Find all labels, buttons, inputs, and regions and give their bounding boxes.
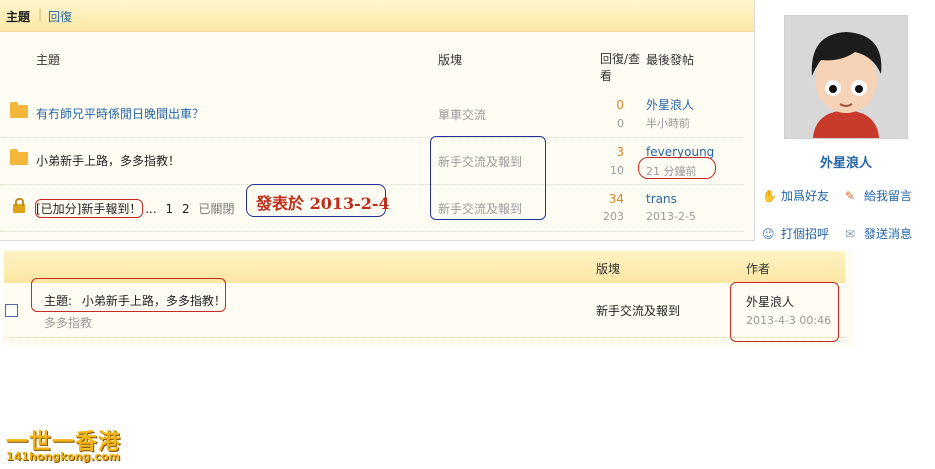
column-header-author: 作者 xyxy=(746,262,771,276)
topic-status-closed: 已關閉 xyxy=(198,202,235,216)
send-message-label: 發送消息 xyxy=(864,227,913,241)
topic-view-count: 0 xyxy=(617,117,624,130)
last-post-time[interactable]: 半小時前 xyxy=(646,115,690,131)
lock-icon xyxy=(13,198,25,213)
add-friend-label: 加爲好友 xyxy=(781,189,830,203)
annotation-box-time xyxy=(638,157,716,179)
annotation-box-prefix xyxy=(35,199,143,218)
column-header-topic: 主題 xyxy=(36,53,61,67)
tab-topics[interactable]: 主題 xyxy=(6,8,30,25)
topic-board[interactable]: 單車交流 xyxy=(438,106,486,123)
greet-label: 打個招呼 xyxy=(781,227,830,241)
avatar[interactable] xyxy=(784,15,908,139)
annotation-box-board xyxy=(430,136,546,220)
last-post-time[interactable]: 2013-2-5 xyxy=(646,210,696,223)
folder-icon xyxy=(10,149,28,165)
topic-reply-count: 3 xyxy=(616,145,624,159)
envelope-icon: ✉ xyxy=(845,227,856,241)
watermark-url: 141hongkong.com xyxy=(6,450,121,463)
send-message-button[interactable]: ✉ 發送消息 xyxy=(845,225,912,242)
tab-replies[interactable]: 回復 xyxy=(48,8,72,25)
row-divider xyxy=(4,337,845,338)
column-header-last-post: 最後發帖 xyxy=(646,53,695,67)
pencil-icon: ✎ xyxy=(845,189,856,203)
annotation-box-author xyxy=(730,282,839,342)
last-post-user[interactable]: 外星浪人 xyxy=(646,96,694,113)
tab-separator: | xyxy=(38,7,43,21)
column-header-board: 版塊 xyxy=(438,53,463,67)
add-friend-button[interactable]: ✋ 加爲好友 xyxy=(762,187,829,204)
topic-view-count: 10 xyxy=(610,164,624,177)
page-link-1[interactable]: 1 xyxy=(166,202,174,216)
greet-icon: ☺ xyxy=(762,227,775,241)
topic-title-link[interactable]: 有冇師兄平時係閒日晚間出車？ xyxy=(36,105,204,122)
post-excerpt: 多多指教 xyxy=(44,316,93,330)
column-header-board: 版塊 xyxy=(596,262,621,276)
topic-title-link[interactable]: 小弟新手上路，多多指教！ xyxy=(36,152,180,169)
column-header-reply-view: 回復/查看 xyxy=(600,52,641,83)
annotation-posted-date: 發表於 2013-2-4 xyxy=(256,194,390,213)
post-board[interactable]: 新手交流及報到 xyxy=(596,302,680,319)
topic-row: 小弟新手上路，多多指教！ 新手交流及報到 3 10 feveryoung 21 … xyxy=(0,138,744,185)
leave-message-button[interactable]: ✎ 給我留言 xyxy=(845,187,912,204)
annotation-box-post-title xyxy=(31,278,226,312)
profile-name[interactable]: 外星浪人 xyxy=(784,152,908,171)
folder-icon xyxy=(10,102,28,118)
page-link-2[interactable]: 2 xyxy=(182,202,190,216)
topic-row: 有冇師兄平時係閒日晚間出車？ 單車交流 0 0 外星浪人 半小時前 xyxy=(0,91,744,138)
pagination-ellipsis: ... xyxy=(145,202,157,216)
handshake-icon: ✋ xyxy=(762,189,777,203)
topic-reply-count: 34 xyxy=(608,192,624,206)
tab-bar: 主題 | 回復 xyxy=(0,0,754,32)
last-post-user[interactable]: trans xyxy=(646,192,677,206)
avatar-image xyxy=(785,16,907,138)
greet-button[interactable]: ☺ 打個招呼 xyxy=(762,225,829,242)
post-select-checkbox[interactable] xyxy=(5,304,18,317)
topic-view-count: 203 xyxy=(603,210,624,223)
topic-reply-count: 0 xyxy=(616,98,624,112)
leave-message-label: 給我留言 xyxy=(864,189,913,203)
